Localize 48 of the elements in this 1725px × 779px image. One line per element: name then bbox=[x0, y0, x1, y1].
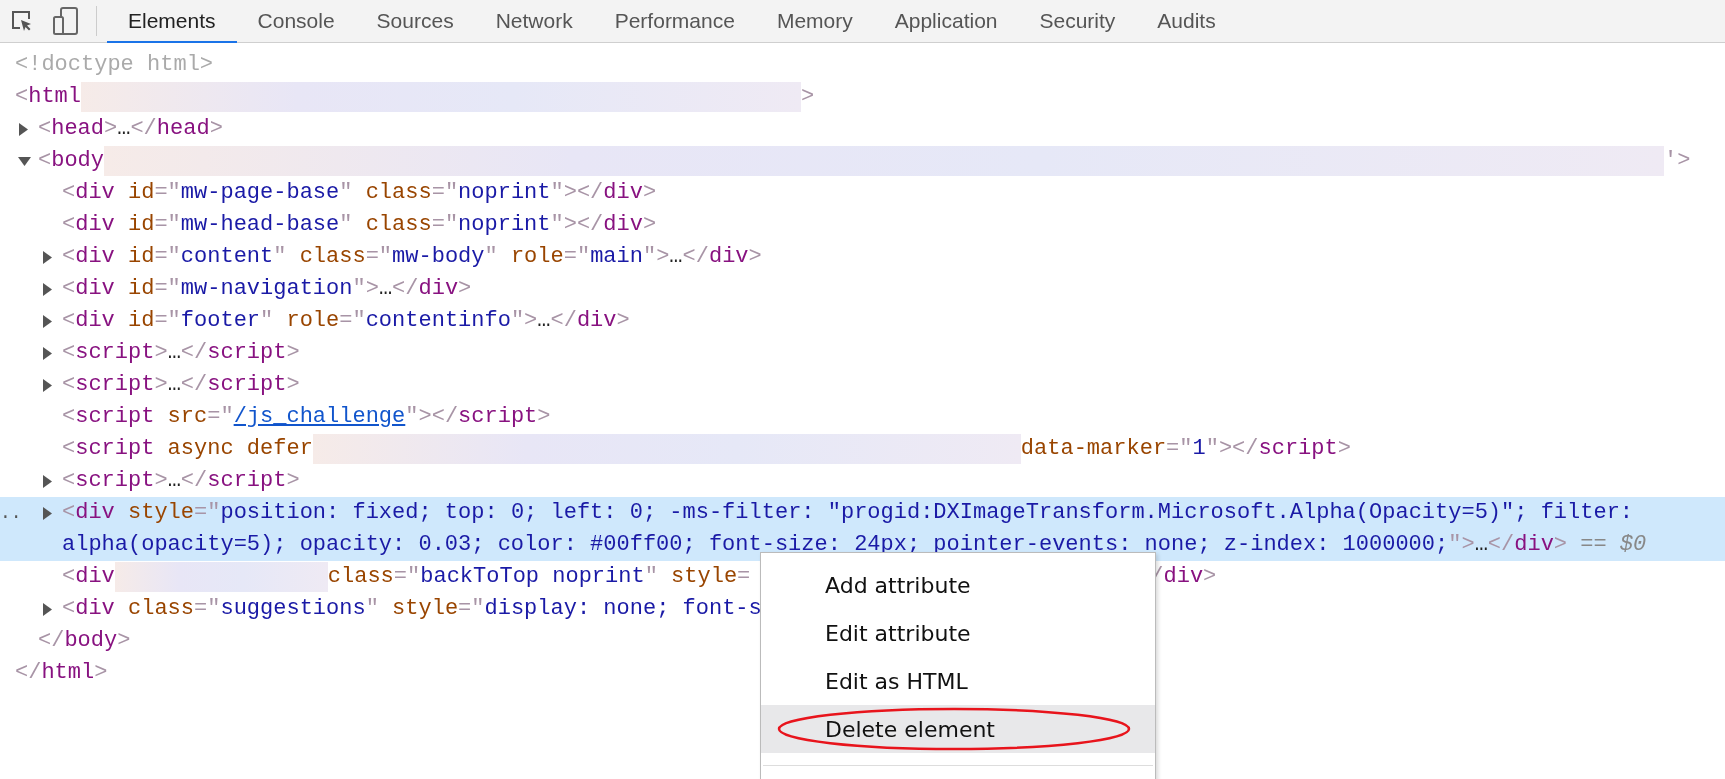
expand-triangle-icon[interactable] bbox=[42, 314, 53, 328]
panel-tab[interactable]: Elements bbox=[107, 0, 237, 43]
expand-triangle-icon[interactable] bbox=[42, 282, 53, 296]
code-text: <html bbox=[15, 83, 81, 111]
expand-triangle-icon[interactable] bbox=[42, 602, 53, 616]
code-text: <script>…</script> bbox=[62, 371, 300, 399]
panel-tab[interactable]: Application bbox=[873, 0, 1019, 43]
device-icon[interactable] bbox=[53, 7, 79, 35]
panel-tab[interactable]: Memory bbox=[755, 0, 874, 43]
code-text: </html> bbox=[15, 659, 108, 687]
code-text: <div id="mw-head-base" class="noprint"></div> bbox=[62, 211, 657, 239]
panel-tab[interactable]: Security bbox=[1018, 0, 1137, 43]
code-text: <div id="mw-navigation">…</div> bbox=[62, 275, 472, 303]
code-text: <div id="footer" role="contentinfo">…</div> bbox=[62, 307, 630, 335]
code-text: </body> bbox=[38, 627, 131, 655]
code-text: <script async defer bbox=[62, 435, 313, 463]
code-text: class="backToTop noprint" style= bbox=[327, 563, 751, 591]
code-text: <div bbox=[62, 563, 115, 591]
panel-tab[interactable]: Console bbox=[236, 0, 356, 43]
panel-tab[interactable]: Network bbox=[474, 0, 594, 43]
collapse-triangle-icon[interactable] bbox=[18, 155, 31, 167]
menu-item[interactable]: Edit attribute bbox=[761, 609, 1155, 657]
expand-triangle-icon[interactable] bbox=[42, 250, 53, 264]
code-text: <script>…</script> bbox=[62, 467, 300, 495]
expand-triangle-icon[interactable] bbox=[42, 474, 53, 488]
expand-triangle-icon[interactable] bbox=[42, 506, 53, 520]
code-text: <div id="mw-page-base" class="noprint"></div> bbox=[62, 179, 657, 207]
expand-triangle-icon[interactable] bbox=[18, 122, 29, 136]
code-text: '> bbox=[1664, 147, 1691, 175]
expand-triangle-icon[interactable] bbox=[42, 346, 53, 360]
code-text: <div style="position: fixed; top: 0; left: 0; -ms-filter: "progid:DXImageTransform.Microsoft.Alpha(Opacity=5)"; filter: alpha(opacity=5); opacity: 0.03; color: #00ff00; font-size: 24px; pointer-events: none; z-index: 1000000;">…</div> == $0 bbox=[62, 499, 1648, 559]
code-text: <div class="suggestions" style="display: none; font-s bbox=[62, 595, 762, 623]
code-text: <script>…</script> bbox=[62, 339, 300, 367]
panel-tab[interactable]: Performance bbox=[593, 0, 756, 43]
expand-triangle-icon[interactable] bbox=[42, 378, 53, 392]
menu-item[interactable]: Edit as HTML bbox=[761, 657, 1155, 705]
menu-item[interactable]: Add attribute bbox=[761, 561, 1155, 609]
code-text: data-marker="1"></script> bbox=[1020, 435, 1351, 463]
code-text: > bbox=[801, 83, 815, 111]
panel-tab[interactable]: Sources bbox=[355, 0, 475, 43]
code-text: <div id="content" class="mw-body" role="main">…</div> bbox=[62, 243, 762, 271]
code-text: <body bbox=[38, 147, 104, 175]
ellipsis-marker: .. bbox=[0, 502, 22, 525]
code-text: <script src="/js_challenge"></script> bbox=[62, 403, 551, 431]
code-text: <!doctype html> bbox=[15, 51, 214, 79]
panel-tab[interactable]: Audits bbox=[1136, 0, 1237, 43]
menu-item[interactable]: Delete element bbox=[761, 705, 1155, 753]
code-text: <head>…</head> bbox=[38, 115, 223, 143]
